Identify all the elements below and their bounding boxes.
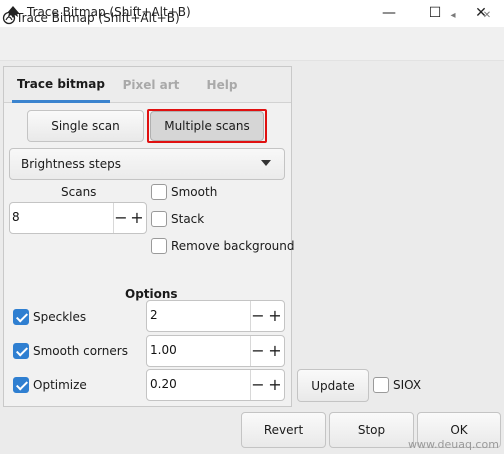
dock-title: Trace Bitmap (Shift+Alt+B) bbox=[16, 11, 180, 25]
revert-button[interactable]: Revert bbox=[241, 412, 326, 448]
smooth-corners-label: Smooth corners bbox=[33, 344, 128, 358]
stack-checkbox[interactable] bbox=[151, 211, 167, 227]
pin-icon: ◂ bbox=[450, 9, 456, 21]
speckles-checkbox[interactable] bbox=[13, 309, 29, 325]
dock-header bbox=[0, 27, 504, 61]
maximize-icon: ☐ bbox=[428, 5, 442, 21]
selection-highlight bbox=[147, 109, 267, 143]
scans-label: Scans bbox=[61, 185, 97, 199]
update-button[interactable]: Update bbox=[297, 369, 369, 402]
minus-icon[interactable]: − bbox=[251, 308, 265, 324]
remove-background-label: Remove background bbox=[171, 239, 295, 253]
trace-bitmap-icon bbox=[2, 11, 16, 25]
siox-label: SIOX bbox=[393, 378, 422, 392]
remove-background-checkbox[interactable] bbox=[151, 238, 167, 254]
tab-trace-bitmap[interactable]: Trace bitmap bbox=[12, 67, 110, 103]
plus-icon[interactable]: + bbox=[130, 210, 144, 226]
plus-icon[interactable]: + bbox=[268, 377, 282, 393]
siox-checkbox[interactable] bbox=[373, 377, 389, 393]
dock-pin-button[interactable]: ◂ bbox=[446, 8, 460, 22]
smooth-corners-value: 1.00 bbox=[150, 343, 177, 357]
smooth-corners-checkbox[interactable] bbox=[13, 343, 29, 359]
minimize-icon: — bbox=[382, 5, 396, 21]
optimize-checkbox[interactable] bbox=[13, 377, 29, 393]
plus-icon[interactable]: + bbox=[268, 308, 282, 324]
smooth-checkbox[interactable] bbox=[151, 184, 167, 200]
dropdown-value: Brightness steps bbox=[21, 157, 121, 171]
caret-down-icon bbox=[261, 160, 271, 166]
options-heading: Options bbox=[125, 287, 178, 301]
tab-help[interactable]: Help bbox=[198, 67, 246, 103]
speckles-value: 2 bbox=[150, 308, 158, 322]
minus-icon[interactable]: − bbox=[251, 377, 265, 393]
minus-icon[interactable]: − bbox=[114, 210, 128, 226]
close-icon: ✕ bbox=[482, 9, 492, 21]
stack-label: Stack bbox=[171, 212, 205, 226]
stop-button[interactable]: Stop bbox=[329, 412, 414, 448]
speckles-label: Speckles bbox=[33, 310, 87, 324]
optimize-value: 0.20 bbox=[150, 377, 177, 391]
minimize-button[interactable]: — bbox=[366, 0, 412, 26]
tab-pixel-art[interactable]: Pixel art bbox=[118, 67, 184, 103]
optimize-label: Optimize bbox=[33, 378, 87, 392]
minus-icon[interactable]: − bbox=[251, 343, 265, 359]
smooth-label: Smooth bbox=[171, 185, 218, 199]
plus-icon[interactable]: + bbox=[268, 343, 282, 359]
scans-value: 8 bbox=[12, 210, 20, 224]
watermark-text: www.deuaq.com bbox=[408, 438, 499, 451]
dock-close-button[interactable]: ✕ bbox=[480, 8, 494, 22]
single-scan-button[interactable]: Single scan bbox=[27, 110, 144, 142]
